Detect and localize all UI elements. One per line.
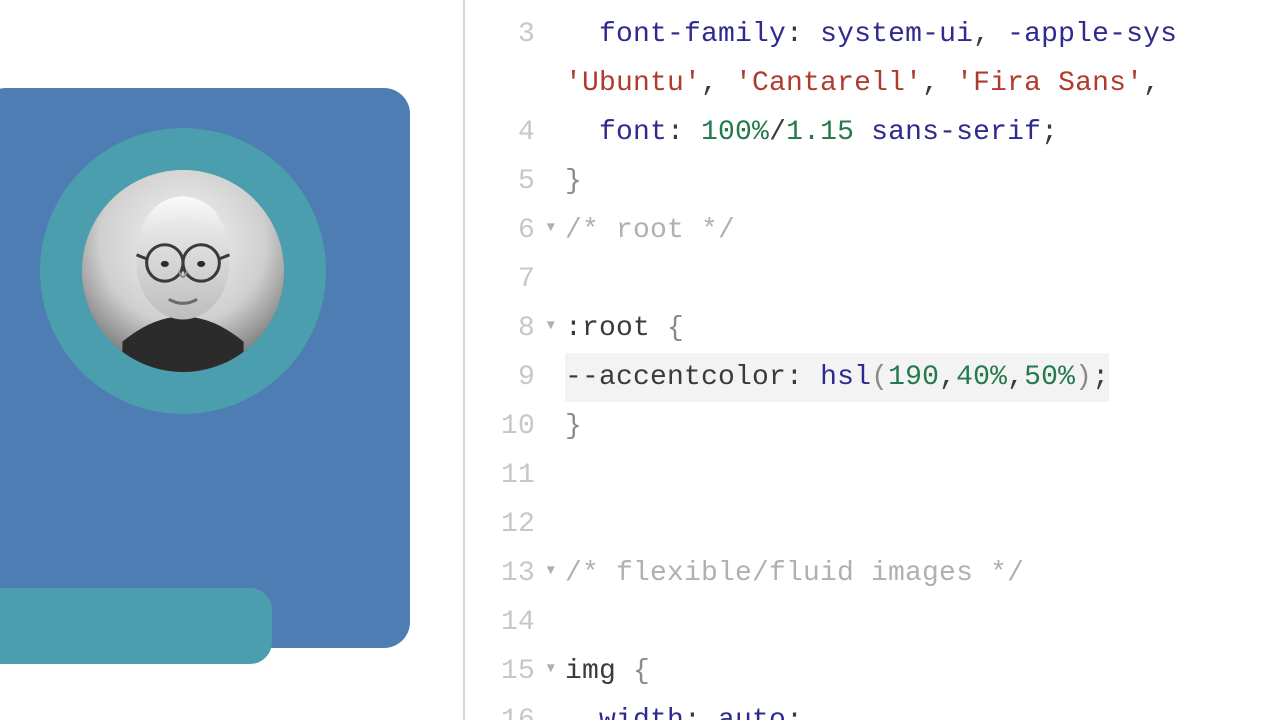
line-number: 5 xyxy=(465,157,541,206)
line-number: 11 xyxy=(465,451,541,500)
token: width xyxy=(599,705,684,720)
profile-card xyxy=(0,88,410,648)
token: :root xyxy=(565,313,667,344)
preview-pane xyxy=(0,0,463,720)
line-number: 12 xyxy=(465,500,541,549)
line-number: 13▾ xyxy=(465,549,541,598)
line-number: 7 xyxy=(465,255,541,304)
token: font xyxy=(599,117,667,148)
token: ; xyxy=(1041,117,1058,148)
token: system-ui xyxy=(820,19,973,50)
fold-toggle-icon[interactable]: ▾ xyxy=(547,203,555,252)
token: 'Cantarell' xyxy=(735,68,922,99)
token: 190 xyxy=(888,362,939,393)
token: img xyxy=(565,656,633,687)
token: font-family xyxy=(599,19,786,50)
app-root: 3 456▾78▾910111213▾1415▾16 font-family: s… xyxy=(0,0,1280,720)
code-line[interactable]: :root { xyxy=(565,304,1280,353)
token: , xyxy=(922,68,956,99)
line-number: 9 xyxy=(465,353,541,402)
code-line[interactable]: img { xyxy=(565,647,1280,696)
token: , xyxy=(701,68,735,99)
fold-toggle-icon[interactable]: ▾ xyxy=(547,301,555,350)
token: } xyxy=(565,411,582,442)
token: : xyxy=(786,19,820,50)
token: , xyxy=(1007,362,1024,393)
code-line[interactable] xyxy=(565,255,1280,304)
token xyxy=(565,19,599,50)
token: ; xyxy=(786,705,803,720)
code-line[interactable]: font: 100%/1.15 sans-serif; xyxy=(565,108,1280,157)
code-line[interactable]: font-family: system-ui, -apple-sys xyxy=(565,10,1280,59)
line-number xyxy=(465,59,541,108)
token: ; xyxy=(1092,362,1109,393)
token: 1.15 xyxy=(786,117,854,148)
token: 100% xyxy=(701,117,769,148)
line-number: 6▾ xyxy=(465,206,541,255)
code-content[interactable]: font-family: system-ui, -apple-sys'Ubunt… xyxy=(565,10,1280,720)
avatar xyxy=(82,170,284,372)
line-number: 15▾ xyxy=(465,647,541,696)
code-line[interactable] xyxy=(565,451,1280,500)
name-pill xyxy=(0,588,272,664)
token: hsl xyxy=(820,362,871,393)
code-line[interactable]: /* root */ xyxy=(565,206,1280,255)
token: 50% xyxy=(1024,362,1075,393)
token: /* flexible/fluid images */ xyxy=(565,558,1024,589)
line-number: 4 xyxy=(465,108,541,157)
token: , xyxy=(973,19,1007,50)
token: : xyxy=(667,117,701,148)
fold-toggle-icon[interactable]: ▾ xyxy=(547,644,555,693)
token: ) xyxy=(1075,362,1092,393)
token xyxy=(565,117,599,148)
fold-toggle-icon[interactable]: ▾ xyxy=(547,546,555,595)
line-gutter: 3 456▾78▾910111213▾1415▾16 xyxy=(465,0,541,720)
code-line[interactable]: 'Ubuntu', 'Cantarell', 'Fira Sans', xyxy=(565,59,1280,108)
token: 'Ubuntu' xyxy=(565,68,701,99)
token: 'Fira Sans' xyxy=(956,68,1143,99)
token: } xyxy=(565,166,582,197)
token: sans-serif xyxy=(871,117,1041,148)
line-number: 10 xyxy=(465,402,541,451)
token: / xyxy=(769,117,786,148)
token: , xyxy=(939,362,956,393)
code-line[interactable]: } xyxy=(565,402,1280,451)
code-line[interactable]: width: auto; xyxy=(565,696,1280,720)
portrait-icon xyxy=(82,170,284,372)
code-line[interactable]: --accentcolor: hsl(190,40%,50%); xyxy=(565,353,1280,402)
token: { xyxy=(667,313,684,344)
line-number: 16 xyxy=(465,696,541,720)
token xyxy=(854,117,871,148)
token: auto xyxy=(718,705,786,720)
token: { xyxy=(633,656,650,687)
code-editor[interactable]: 3 456▾78▾910111213▾1415▾16 font-family: s… xyxy=(465,0,1280,720)
token: : xyxy=(786,362,820,393)
token: , xyxy=(1143,68,1160,99)
token: /* root */ xyxy=(565,215,735,246)
token: 40% xyxy=(956,362,1007,393)
code-line[interactable] xyxy=(565,500,1280,549)
code-line[interactable]: } xyxy=(565,157,1280,206)
code-line[interactable] xyxy=(565,598,1280,647)
token: ( xyxy=(871,362,888,393)
token: --accentcolor xyxy=(565,362,786,393)
line-number: 14 xyxy=(465,598,541,647)
token xyxy=(565,705,599,720)
line-number: 3 xyxy=(465,10,541,59)
token: : xyxy=(684,705,718,720)
line-number: 8▾ xyxy=(465,304,541,353)
token: -apple-sys xyxy=(1007,19,1177,50)
code-line[interactable]: /* flexible/fluid images */ xyxy=(565,549,1280,598)
